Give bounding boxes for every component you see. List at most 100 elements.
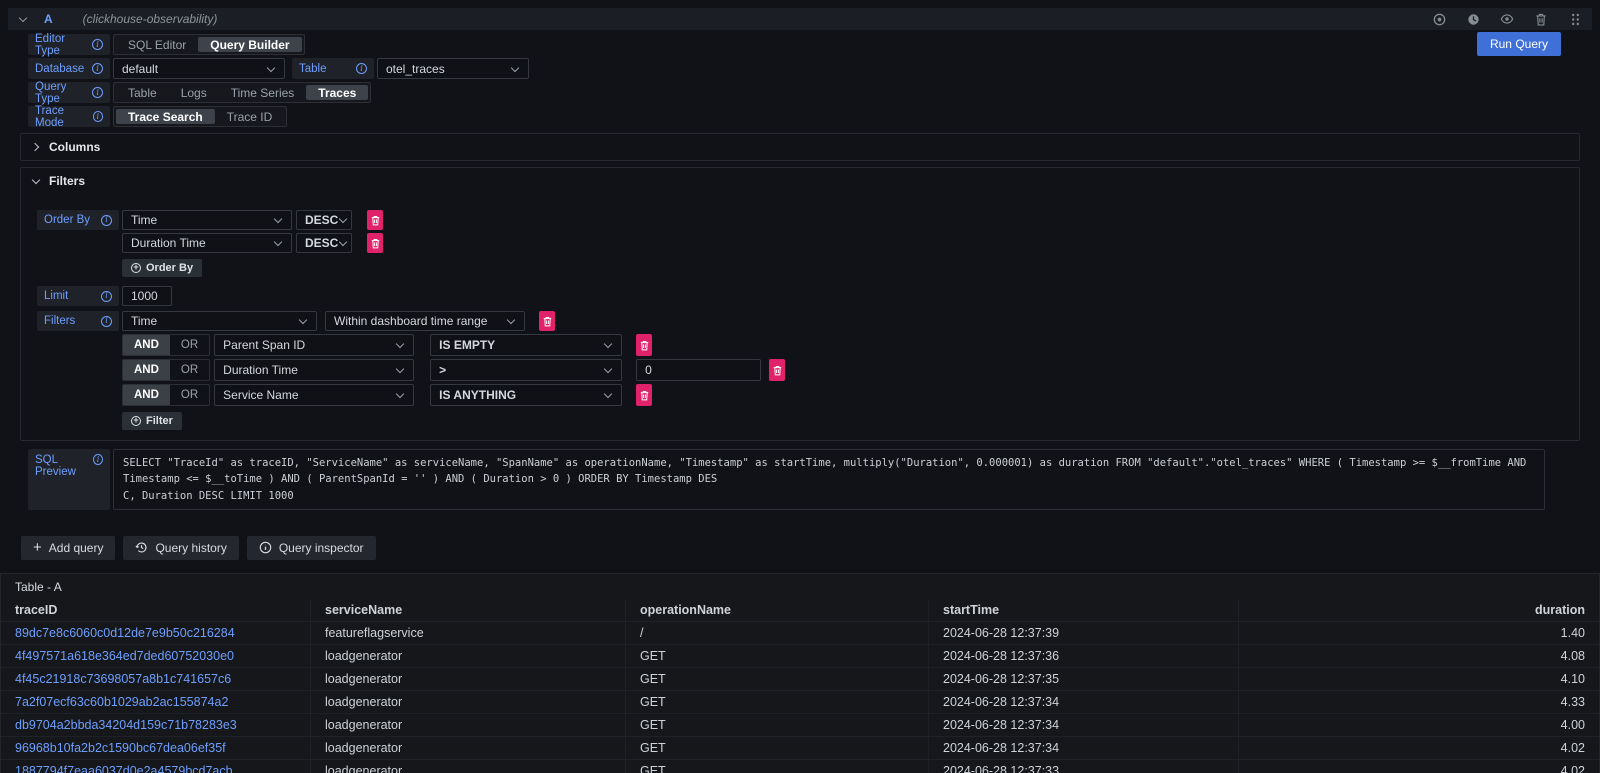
filter-field-select[interactable]: Service Name: [214, 384, 414, 406]
or-option[interactable]: OR: [170, 360, 209, 380]
database-select[interactable]: default: [113, 58, 285, 79]
table-select[interactable]: otel_traces: [377, 58, 529, 79]
query-row-header[interactable]: A (clickhouse-observability): [8, 8, 1592, 30]
field-label: Query Type: [35, 81, 92, 105]
trace-id-link[interactable]: 7a2f07ecf63c60b1029ab2ac155874a2: [1, 691, 311, 713]
columns-section-header[interactable]: Columns: [21, 134, 1579, 160]
query-type-table[interactable]: Table: [116, 85, 169, 100]
info-icon[interactable]: [101, 291, 112, 302]
query-history-button[interactable]: Query history: [123, 536, 238, 560]
info-icon[interactable]: [101, 316, 112, 327]
column-header-servicename[interactable]: serviceName: [311, 599, 626, 621]
delete-order-by-button[interactable]: [367, 210, 383, 230]
table-row: 96968b10fa2b2c1590bc67dea06ef35f loadgen…: [1, 737, 1599, 760]
info-icon[interactable]: [93, 454, 103, 465]
column-header-starttime[interactable]: startTime: [929, 599, 1239, 621]
select-value: Service Name: [223, 388, 298, 402]
filter-field-select[interactable]: Parent Span ID: [214, 334, 414, 356]
service-name-cell: loadgenerator: [311, 760, 626, 773]
sql-editor-option[interactable]: SQL Editor: [116, 37, 198, 52]
chevron-down-icon[interactable]: [18, 14, 28, 24]
eye-icon[interactable]: [1500, 12, 1514, 26]
chevron-down-icon: [395, 365, 405, 375]
delete-filter-button[interactable]: [539, 311, 555, 331]
limit-input[interactable]: [122, 286, 172, 306]
drag-handle-icon[interactable]: [1568, 12, 1582, 26]
button-label: Add query: [49, 541, 104, 555]
trace-id-link[interactable]: 96968b10fa2b2c1590bc67dea06ef35f: [1, 737, 311, 759]
history-icon[interactable]: [1466, 12, 1480, 26]
trash-icon[interactable]: [1534, 12, 1548, 26]
filter-operator-select[interactable]: IS ANYTHING: [430, 384, 622, 406]
info-icon[interactable]: [92, 63, 103, 74]
sql-line: SELECT "TraceId" as traceID, "ServiceNam…: [123, 457, 1533, 485]
add-filter-button[interactable]: Filter: [122, 412, 182, 430]
trace-id-link[interactable]: db9704a2bbda34204d159c71b78283e3: [1, 714, 311, 736]
chevron-down-icon: [31, 176, 41, 186]
operation-name-cell: GET: [626, 737, 929, 759]
trace-search-option[interactable]: Trace Search: [116, 109, 215, 124]
order-by-field-select[interactable]: Time: [122, 210, 292, 230]
record-icon[interactable]: [1432, 12, 1446, 26]
info-icon[interactable]: [92, 87, 103, 98]
delete-order-by-button[interactable]: [367, 233, 383, 253]
order-by-direction-select[interactable]: DESC: [296, 233, 352, 253]
trace-id-link[interactable]: 4f497571a618e364ed7ded60752030e0: [1, 645, 311, 667]
sql-preview-row: SQL Preview SELECT "TraceId" as traceID,…: [28, 449, 1592, 510]
order-by-field-select[interactable]: Duration Time: [122, 233, 292, 253]
service-name-cell: loadgenerator: [311, 645, 626, 667]
query-type-group: Table Logs Time Series Traces: [113, 82, 371, 103]
trace-id-link[interactable]: 1887794f7eaa6037d0e2a4579bcd7acb: [1, 760, 311, 773]
or-option[interactable]: OR: [170, 385, 209, 405]
add-query-button[interactable]: Add query: [21, 536, 115, 560]
start-time-cell: 2024-06-28 12:37:35: [929, 668, 1239, 690]
trace-id-link[interactable]: 89dc7e8c6060c0d12de7e9b50c216284: [1, 622, 311, 644]
filters-section-header[interactable]: Filters: [21, 168, 1579, 194]
query-type-row: Query Type Table Logs Time Series Traces: [28, 82, 1592, 103]
query-type-time-series[interactable]: Time Series: [219, 85, 307, 100]
filter-field-select[interactable]: Time: [122, 311, 317, 331]
info-icon[interactable]: [92, 39, 103, 50]
column-header-operationname[interactable]: operationName: [626, 599, 929, 621]
query-builder-option[interactable]: Query Builder: [198, 37, 301, 52]
query-type-logs[interactable]: Logs: [169, 85, 219, 100]
query-type-traces[interactable]: Traces: [306, 85, 368, 100]
filter-operator-select[interactable]: IS EMPTY: [430, 334, 622, 356]
info-icon[interactable]: [356, 63, 367, 74]
trace-id-option[interactable]: Trace ID: [215, 109, 285, 124]
delete-filter-button[interactable]: [636, 334, 652, 356]
and-option[interactable]: AND: [123, 385, 170, 405]
chevron-down-icon: [603, 365, 613, 375]
field-label: Database: [35, 63, 84, 75]
button-label: Query history: [155, 541, 226, 555]
filter-operator-select[interactable]: >: [430, 359, 622, 381]
and-or-toggle: AND OR: [122, 334, 210, 356]
column-header-duration[interactable]: duration: [1239, 599, 1599, 621]
chevron-down-icon: [395, 340, 405, 350]
table-body: 89dc7e8c6060c0d12de7e9b50c216284 feature…: [1, 622, 1599, 773]
filter-value-input[interactable]: [636, 359, 761, 381]
field-label: Order By: [44, 214, 90, 226]
trace-id-link[interactable]: 4f45c21918c73698057a8b1c741657c6: [1, 668, 311, 690]
and-option[interactable]: AND: [123, 335, 170, 355]
circle-plus-icon: [131, 263, 141, 273]
field-label: Editor Type: [35, 33, 92, 57]
select-value: Duration Time: [223, 363, 298, 377]
add-order-by-button[interactable]: Order By: [122, 259, 202, 277]
delete-filter-button[interactable]: [769, 359, 785, 381]
column-header-traceid[interactable]: traceID: [1, 599, 311, 621]
start-time-cell: 2024-06-28 12:37:34: [929, 691, 1239, 713]
field-label: SQL Preview: [35, 454, 93, 478]
select-value: otel_traces: [386, 62, 445, 76]
filter-operator-select[interactable]: Within dashboard time range: [325, 311, 525, 331]
and-option[interactable]: AND: [123, 360, 170, 380]
info-icon[interactable]: [101, 215, 112, 226]
filter-field-select[interactable]: Duration Time: [214, 359, 414, 381]
order-by-direction-select[interactable]: DESC: [296, 210, 352, 230]
query-inspector-button[interactable]: Query inspector: [247, 536, 376, 560]
info-icon[interactable]: [93, 111, 104, 122]
limit-label: Limit: [37, 286, 119, 306]
delete-filter-button[interactable]: [636, 384, 652, 406]
query-actions-row: Add query Query history Query inspector: [21, 536, 1592, 560]
or-option[interactable]: OR: [170, 335, 209, 355]
